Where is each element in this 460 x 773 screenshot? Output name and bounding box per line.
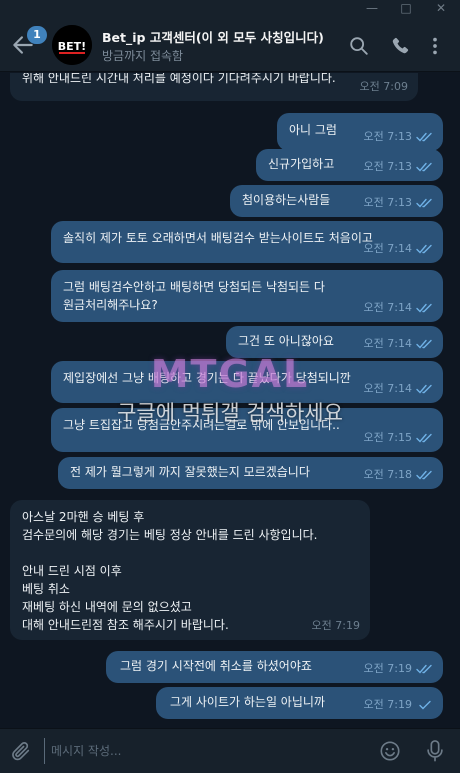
- message-outgoing[interactable]: 제입장에선 그냥 배팅하고 경기는 다 끝났다가 당첨되니깐 오전 7:14: [51, 361, 443, 403]
- message-outgoing[interactable]: 아니 그럼 오전 7:13: [277, 113, 443, 151]
- avatar[interactable]: BET!: [52, 25, 92, 65]
- message-outgoing[interactable]: 그게 사이트가 하는일 아닙니까 오전 7:19: [156, 687, 443, 719]
- message-text: 그럼 배팅검수안하고 배팅하면 당첨되든 낙첨되든 다 원금처리해주나요?: [63, 278, 325, 314]
- message-text: 위해 안내드린 시간내 처리를 예정이다 기다려주시기 바랍니다.: [22, 73, 336, 85]
- smile-icon[interactable]: [379, 740, 401, 762]
- message-time: 오전 7:14: [363, 242, 412, 255]
- message-meta: 오전 7:14: [364, 240, 433, 258]
- message-time: 오전 7:14: [363, 337, 412, 350]
- message-text: 솔직히 제가 토토 오래하면서 배팅검수 받는사이트도 처음이고: [63, 231, 373, 245]
- message-text: 제입장에선 그냥 배팅하고 경기는 다 끝났다가 당첨되니깐: [63, 371, 351, 385]
- message-text: 그럼 경기 시작전에 취소를 하셨어야죠: [120, 659, 312, 673]
- message-meta: 오전 7:19: [364, 696, 433, 714]
- message-outgoing[interactable]: 그럼 경기 시작전에 취소를 하셨어야죠 오전 7:19: [106, 651, 443, 683]
- single-check-icon: [419, 700, 431, 710]
- chat-title[interactable]: Bet_ip 고객센터(이 외 모두 사칭입니다): [102, 27, 324, 46]
- message-text: 그건 또 아니잖아요: [238, 334, 334, 348]
- message-meta: 오전 7:09: [360, 78, 408, 96]
- message-time: 오전 7:13: [363, 196, 412, 209]
- message-outgoing[interactable]: 그냥 트집잡고 당첨금안주시려는걸로 밖에 안보입니다.. 오전 7:15: [51, 408, 443, 452]
- message-outgoing[interactable]: 전 제가 뭘그렇게 까지 잘못했는지 모르겠습니다 오전 7:18: [58, 457, 443, 489]
- message-input[interactable]: [44, 738, 364, 764]
- search-icon[interactable]: [348, 35, 370, 57]
- message-time: 오전 7:09: [359, 80, 408, 93]
- message-incoming[interactable]: 아스날 2마핸 승 베팅 후 검수문의에 해당 경기는 베팅 정상 안내를 드린…: [10, 500, 370, 640]
- message-meta: 오전 7:13: [364, 128, 433, 146]
- double-check-icon: [416, 339, 432, 349]
- double-check-icon: [416, 244, 432, 254]
- double-check-icon: [416, 198, 432, 208]
- message-outgoing[interactable]: 신규가입하고 오전 7:13: [256, 149, 443, 181]
- message-text: 전 제가 뭘그렇게 까지 잘못했는지 모르겠습니다: [70, 465, 310, 479]
- message-outgoing[interactable]: 첨이용하는사람들 오전 7:13: [230, 185, 443, 217]
- message-line: 대해 안내드린점 참조 해주시기 바랍니다.: [22, 618, 229, 632]
- message-time: 오전 7:14: [363, 382, 412, 395]
- message-meta: 오전 7:13: [364, 194, 433, 212]
- message-text: 아니 그럼: [289, 123, 337, 137]
- message-meta: 오전 7:14: [364, 335, 433, 353]
- message-time: 오전 7:13: [363, 130, 412, 143]
- double-check-icon: [416, 384, 432, 394]
- paperclip-icon[interactable]: [10, 740, 32, 762]
- chat-header: 1 BET! Bet_ip 고객센터(이 외 모두 사칭입니다) 방금까지 접속…: [0, 18, 460, 72]
- message-outgoing[interactable]: 그건 또 아니잖아요 오전 7:14: [226, 326, 443, 358]
- message-time: 오전 7:19: [363, 698, 412, 711]
- double-check-icon: [416, 132, 432, 142]
- double-check-icon: [416, 433, 432, 443]
- message-line: 안내 드린 시점 이후: [22, 564, 122, 578]
- avatar-text: BET!: [58, 40, 86, 53]
- message-time: 오전 7:14: [363, 301, 412, 314]
- message-time: 오전 7:15: [363, 431, 412, 444]
- more-vertical-icon[interactable]: [424, 35, 446, 57]
- message-line: 그럼 배팅검수안하고 배팅하면 당첨되든 낙첨되든 다: [63, 280, 325, 294]
- message-meta: 오전 7:19: [312, 617, 360, 635]
- message-list[interactable]: 위해 안내드린 시간내 처리를 예정이다 기다려주시기 바랍니다. 오전 7:0…: [0, 73, 460, 728]
- message-line: 원금처리해주나요?: [63, 298, 158, 312]
- double-check-icon: [416, 664, 432, 674]
- message-outgoing[interactable]: 솔직히 제가 토토 오래하면서 배팅검수 받는사이트도 처음이고 오전 7:14: [51, 221, 443, 263]
- message-text: 그게 사이트가 하는일 아닙니까: [170, 695, 325, 709]
- message-line: 재베팅 하신 내역에 문의 없으셨고: [22, 600, 192, 614]
- chat-status: 방금까지 접속함: [102, 49, 184, 63]
- double-check-icon: [416, 470, 432, 480]
- close-icon[interactable]: ✕: [426, 0, 456, 18]
- microphone-icon[interactable]: [424, 739, 446, 763]
- message-meta: 오전 7:14: [364, 299, 433, 317]
- message-text: 그냥 트집잡고 당첨금안주시려는걸로 밖에 안보입니다..: [63, 418, 340, 432]
- message-text: 신규가입하고: [268, 157, 335, 171]
- message-meta: 오전 7:15: [364, 429, 433, 447]
- message-meta: 오전 7:14: [364, 380, 433, 398]
- phone-icon[interactable]: [389, 35, 411, 57]
- message-text: 아스날 2마핸 승 베팅 후 검수문의에 해당 경기는 베팅 정상 안내를 드린…: [22, 508, 317, 634]
- message-time: 오전 7:19: [311, 619, 360, 632]
- message-time: 오전 7:13: [363, 160, 412, 173]
- double-check-icon: [416, 162, 432, 172]
- window-title-bar: — □ ✕: [0, 0, 460, 18]
- double-check-icon: [416, 303, 432, 313]
- message-line: 아스날 2마핸 승 베팅 후: [22, 510, 145, 524]
- message-line: 베팅 취소: [22, 582, 70, 596]
- message-line: [22, 544, 317, 562]
- message-time: 오전 7:19: [363, 662, 412, 675]
- message-composer: [0, 728, 460, 773]
- minimize-icon[interactable]: —: [357, 0, 387, 18]
- message-line: 검수문의에 해당 경기는 베팅 정상 안내를 드린 사항입니다.: [22, 528, 318, 542]
- message-meta: 오전 7:13: [364, 158, 433, 176]
- bet-logo: BET!: [52, 25, 92, 65]
- message-text: 첨이용하는사람들: [242, 193, 331, 207]
- message-incoming[interactable]: 위해 안내드린 시간내 처리를 예정이다 기다려주시기 바랍니다. 오전 7:0…: [10, 73, 418, 101]
- message-outgoing[interactable]: 그럼 배팅검수안하고 배팅하면 당첨되든 낙첨되든 다 원금처리해주나요? 오전…: [51, 270, 443, 322]
- message-time: 오전 7:18: [363, 468, 412, 481]
- maximize-icon[interactable]: □: [391, 0, 421, 18]
- message-meta: 오전 7:18: [364, 466, 433, 484]
- message-meta: 오전 7:19: [364, 660, 433, 678]
- unread-badge: 1: [27, 26, 47, 44]
